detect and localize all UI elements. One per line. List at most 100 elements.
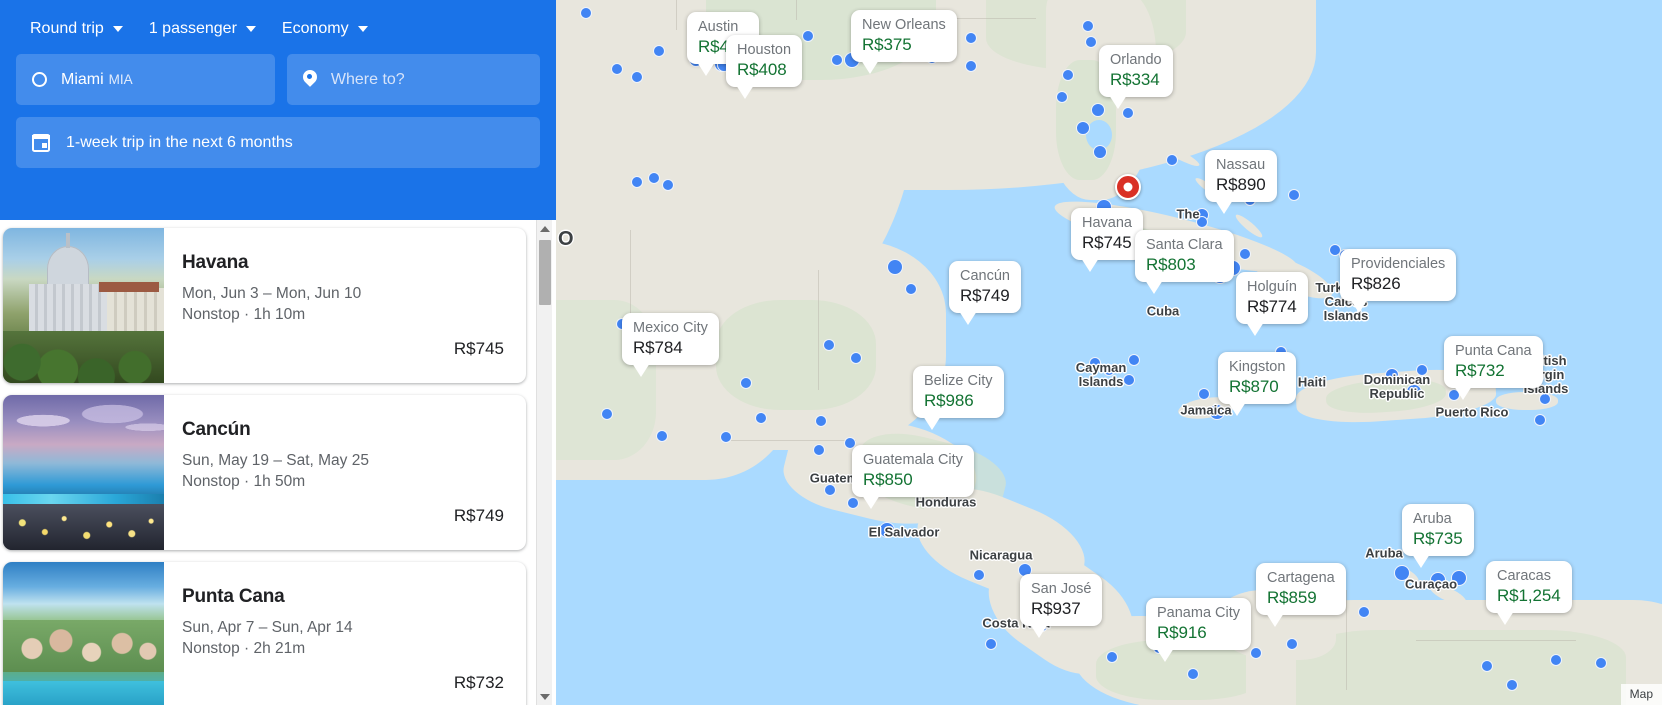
price-pin-amount: R$986 bbox=[924, 391, 974, 410]
destination-dot[interactable] bbox=[1062, 69, 1074, 81]
destination-dot[interactable] bbox=[1091, 103, 1105, 117]
price-pin[interactable]: New Orleans R$375 bbox=[851, 10, 957, 74]
destination-dot[interactable] bbox=[1534, 414, 1546, 426]
price-pin[interactable]: Kingston R$870 bbox=[1218, 352, 1297, 416]
price-pin[interactable]: Nassau R$890 bbox=[1205, 150, 1277, 214]
destination-dot[interactable] bbox=[740, 377, 752, 389]
price-pin[interactable]: Guatemala City R$850 bbox=[852, 445, 974, 509]
price-pin[interactable]: Cancún R$749 bbox=[949, 261, 1021, 325]
destination-card[interactable]: Havana Mon, Jun 3 – Mon, Jun 10 Nonstop · … bbox=[3, 228, 526, 383]
destination-results-list[interactable]: Havana Mon, Jun 3 – Mon, Jun 10 Nonstop · … bbox=[0, 220, 536, 705]
price-pin[interactable]: Punta Cana R$732 bbox=[1444, 336, 1543, 400]
destination-dot[interactable] bbox=[813, 444, 825, 456]
destination-dot[interactable] bbox=[965, 32, 977, 44]
destination-dot[interactable] bbox=[1076, 121, 1090, 135]
price-pin-city: Cancún bbox=[960, 268, 1010, 284]
origin-input[interactable]: Miami MIA bbox=[16, 54, 275, 105]
destination-dot[interactable] bbox=[973, 569, 985, 581]
destination-dot[interactable] bbox=[1288, 189, 1300, 201]
map-region-label: Dominican Republic bbox=[1363, 372, 1431, 401]
destination-dot[interactable] bbox=[656, 430, 668, 442]
price-pin-amount: R$890 bbox=[1216, 175, 1266, 194]
destination-dot[interactable] bbox=[1056, 91, 1068, 103]
destination-dot[interactable] bbox=[1187, 668, 1199, 680]
map-pin-icon bbox=[303, 70, 317, 90]
destination-dot[interactable] bbox=[580, 7, 592, 19]
passengers-selector[interactable]: 1 passenger bbox=[149, 20, 256, 38]
destination-dot[interactable] bbox=[1250, 647, 1262, 659]
price-pin[interactable]: Mexico City R$784 bbox=[622, 313, 719, 377]
trip-type-selector[interactable]: Round trip bbox=[30, 20, 123, 38]
destination-dot[interactable] bbox=[720, 431, 732, 443]
destination-dot[interactable] bbox=[905, 283, 917, 295]
map-region-label: El Salvador bbox=[868, 524, 940, 540]
price-pin[interactable]: Santa Clara R$803 bbox=[1135, 230, 1234, 294]
destination-dot[interactable] bbox=[1166, 154, 1178, 166]
scroll-down-arrow-icon[interactable] bbox=[537, 688, 553, 705]
destination-dot[interactable] bbox=[1550, 654, 1562, 666]
search-sidebar: Round trip 1 passenger Economy MiamiMIA bbox=[0, 0, 556, 705]
scroll-up-arrow-icon[interactable] bbox=[537, 220, 553, 237]
destination-dot[interactable] bbox=[815, 415, 827, 427]
destination-dot[interactable] bbox=[1239, 248, 1251, 260]
destination-dot[interactable] bbox=[648, 172, 660, 184]
origin-value: Miami MIA bbox=[61, 71, 133, 89]
destination-map[interactable]: Cuba Cayman Islands Jamaica Haiti Dominican Re… bbox=[556, 0, 1662, 705]
price-pin[interactable]: Belize City R$986 bbox=[913, 366, 1004, 430]
destination-dot[interactable] bbox=[850, 352, 862, 364]
dates-input[interactable]: 1-week trip in the next 6 months bbox=[16, 117, 540, 168]
price-pin[interactable]: Orlando R$334 bbox=[1099, 45, 1173, 109]
price-pin-tail-icon bbox=[861, 60, 879, 74]
scrollbar-thumb[interactable] bbox=[539, 240, 551, 305]
destination-dot[interactable] bbox=[965, 60, 977, 72]
price-pin-tail-icon bbox=[959, 311, 977, 325]
destination-dot[interactable] bbox=[1093, 145, 1107, 159]
price-pin-city: Guatemala City bbox=[863, 452, 963, 468]
price-pin-city: Punta Cana bbox=[1455, 343, 1532, 359]
destination-card[interactable]: Punta Cana Sun, Apr 7 – Sun, Apr 14 Nonsto… bbox=[3, 562, 526, 705]
destination-dot[interactable] bbox=[1106, 651, 1118, 663]
destination-dot[interactable] bbox=[662, 179, 674, 191]
destination-card[interactable]: Cancún Sun, May 19 – Sat, May 25 Nonstop ·… bbox=[3, 395, 526, 550]
destination-dot[interactable] bbox=[601, 408, 613, 420]
destination-dot[interactable] bbox=[1286, 638, 1298, 650]
price-pin[interactable]: Aruba R$735 bbox=[1402, 504, 1474, 568]
price-pin-city: Havana bbox=[1082, 215, 1132, 231]
destination-dot[interactable] bbox=[1128, 354, 1140, 366]
destination-dot[interactable] bbox=[847, 497, 859, 509]
price-pin-amount: R$334 bbox=[1110, 70, 1160, 89]
price-pin[interactable]: Houston R$408 bbox=[726, 35, 803, 99]
price-pin[interactable]: Providenciales R$826 bbox=[1340, 249, 1457, 313]
destination-card-body: Punta Cana Sun, Apr 7 – Sun, Apr 14 Nonsto… bbox=[164, 562, 526, 705]
origin-marker-miami[interactable] bbox=[1115, 174, 1141, 200]
destination-dot[interactable] bbox=[1595, 657, 1607, 669]
destination-dot[interactable] bbox=[887, 259, 903, 275]
price-pin[interactable]: Panama City R$916 bbox=[1146, 598, 1252, 662]
destination-dot[interactable] bbox=[653, 45, 665, 57]
destination-dot[interactable] bbox=[823, 339, 835, 351]
destination-dot[interactable] bbox=[1506, 679, 1518, 691]
price-pin[interactable]: San José R$937 bbox=[1020, 574, 1103, 638]
cabin-class-selector[interactable]: Economy bbox=[282, 20, 368, 38]
price-pin[interactable]: Havana R$745 bbox=[1071, 208, 1143, 272]
destination-dot[interactable] bbox=[824, 484, 836, 496]
destination-dot[interactable] bbox=[802, 30, 814, 42]
price-pin[interactable]: Caracas R$1,254 bbox=[1486, 561, 1572, 625]
destination-dot[interactable] bbox=[831, 54, 843, 66]
destination-input[interactable]: Where to? bbox=[286, 54, 540, 105]
destination-dot[interactable] bbox=[1082, 20, 1094, 32]
destination-dot[interactable] bbox=[1358, 606, 1370, 618]
destination-dot[interactable] bbox=[755, 412, 767, 424]
destination-dot[interactable] bbox=[1198, 388, 1210, 400]
price-pin[interactable]: Cartagena R$859 bbox=[1256, 563, 1346, 627]
destination-dot[interactable] bbox=[611, 63, 623, 75]
map-region-label: Jamaica bbox=[1180, 402, 1232, 418]
destination-dot[interactable] bbox=[631, 176, 643, 188]
destination-thumbnail bbox=[3, 562, 164, 705]
results-scrollbar[interactable] bbox=[536, 220, 552, 705]
destination-dot[interactable] bbox=[1481, 660, 1493, 672]
destination-dot[interactable] bbox=[1085, 36, 1097, 48]
destination-dot[interactable] bbox=[985, 638, 997, 650]
price-pin[interactable]: Holguín R$774 bbox=[1236, 272, 1308, 336]
destination-dot[interactable] bbox=[631, 71, 643, 83]
